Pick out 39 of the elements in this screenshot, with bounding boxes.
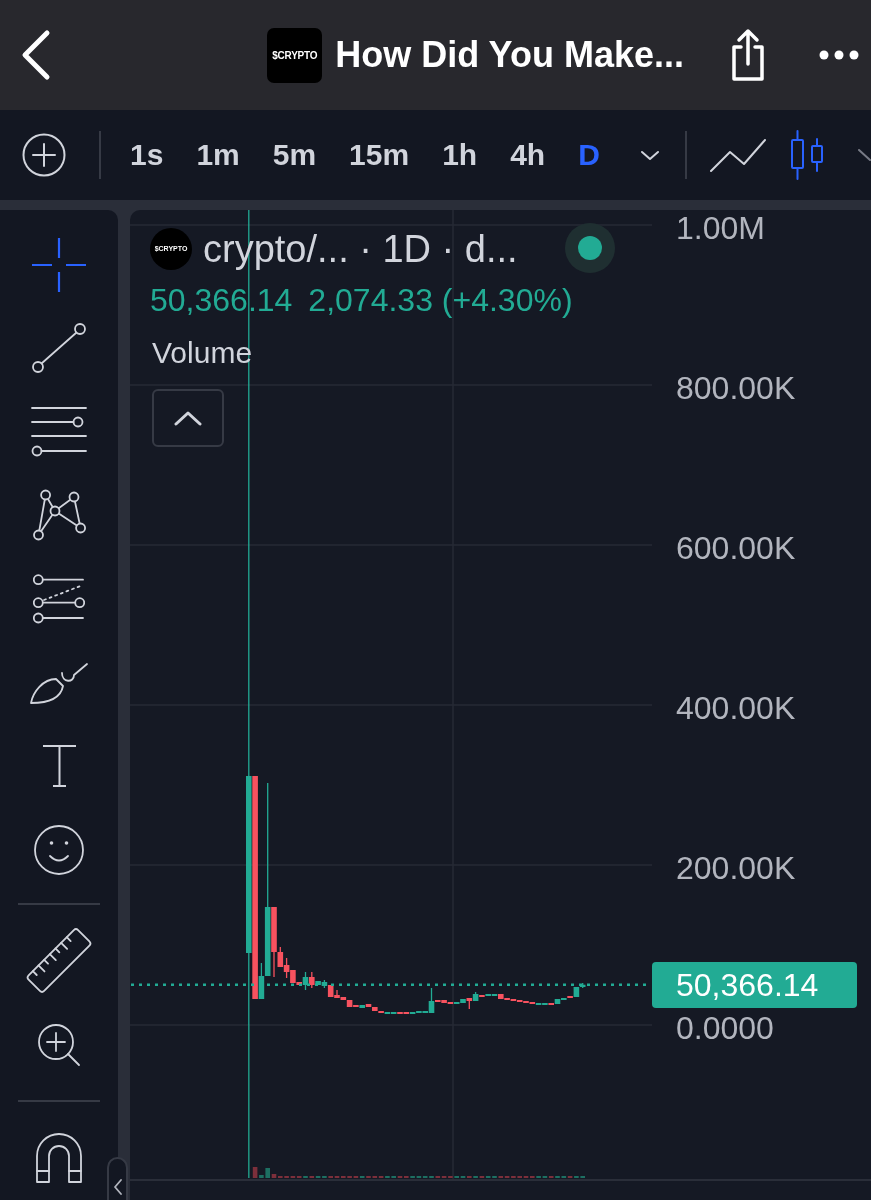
collapse-legend-button[interactable] <box>152 389 224 447</box>
back-icon[interactable] <box>20 29 52 81</box>
channel-logo: $CRYPTO <box>267 27 323 83</box>
last-price-label: 50,366.14 <box>652 961 857 1008</box>
trend-line-icon[interactable] <box>31 322 87 375</box>
axis-label: 1.00M <box>676 210 765 246</box>
axis-label: 800.00K <box>676 370 796 406</box>
share-icon[interactable] <box>729 28 767 82</box>
text-tool-icon[interactable] <box>40 744 78 789</box>
interval-tab[interactable]: 5m <box>272 140 317 170</box>
zoom-in-icon[interactable] <box>37 1022 81 1067</box>
axis-label: 200.00K <box>676 850 796 886</box>
parallel-lines-icon[interactable] <box>31 406 87 458</box>
smiley-icon[interactable] <box>34 824 84 875</box>
chevron-up-icon <box>174 410 202 426</box>
crosshair-icon[interactable] <box>32 237 86 292</box>
interval-tab[interactable]: D <box>578 140 600 170</box>
interval-tab[interactable]: 1m <box>196 140 240 170</box>
interval-tab[interactable]: 15m <box>349 140 410 170</box>
chevron-down-icon[interactable] <box>639 149 660 161</box>
line-chart-icon[interactable] <box>708 137 767 173</box>
axis-label: 400.00K <box>676 690 796 726</box>
pattern-icon[interactable] <box>32 489 86 542</box>
axis-label: 0.0000 <box>676 1010 774 1046</box>
chart-title: How Did You Make... <box>335 37 684 73</box>
price-change: 2,074.33 (+4.30%) <box>308 284 573 316</box>
brush-icon[interactable] <box>29 660 89 705</box>
collapse-toolbar-button[interactable] <box>107 1157 128 1200</box>
chevron-left-icon <box>113 1179 122 1195</box>
interval-tab[interactable]: 1s <box>130 140 164 170</box>
add-icon[interactable] <box>22 133 66 177</box>
magnet-icon[interactable] <box>35 1132 83 1185</box>
axis-label: 600.00K <box>676 530 796 566</box>
interval-tab[interactable]: 1h <box>442 140 478 170</box>
interval-tab[interactable]: 4h <box>510 140 546 170</box>
level-lines-icon[interactable] <box>33 573 85 624</box>
ruler-icon[interactable] <box>26 928 92 995</box>
chevron-icon[interactable] <box>857 149 871 161</box>
more-icon[interactable] <box>819 50 859 60</box>
